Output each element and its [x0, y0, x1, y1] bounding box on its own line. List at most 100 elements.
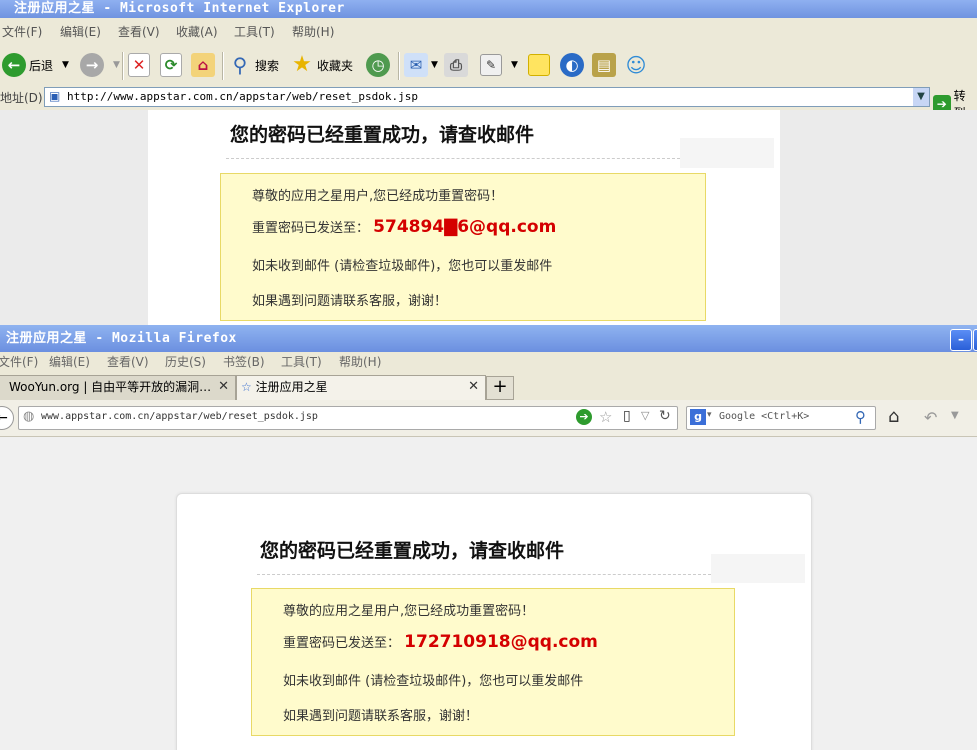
ie-url-text: http://www.appstar.com.cn/appstar/web/re…	[67, 90, 418, 103]
toolbar-separator	[398, 52, 400, 80]
ie-title-bar[interactable]: 注册应用之星 - Microsoft Internet Explorer	[0, 0, 977, 18]
star-icon: ★	[292, 52, 312, 77]
mail-icon: ✉	[404, 53, 428, 77]
ie-search-button[interactable]: ⚲ 搜索	[228, 50, 279, 80]
ie-menu-file[interactable]: 文件(F)	[2, 22, 42, 42]
ff-title-bar[interactable]: 注册应用之星 - Mozilla Firefox –	[0, 325, 977, 352]
toolbar-separator	[122, 52, 124, 80]
ie-window: 注册应用之星 - Microsoft Internet Explorer 文件(…	[0, 0, 977, 325]
ff-notice-box: 尊敬的应用之星用户,您已经成功重置密码！ 重置密码已发送至： 172710918…	[251, 588, 735, 736]
undo-icon[interactable]: ↶	[924, 408, 937, 427]
ie-menu-edit[interactable]: 编辑(E)	[60, 22, 101, 42]
close-icon[interactable]: ✕	[218, 376, 229, 398]
page-icon: ▣	[49, 89, 61, 103]
globe-icon: ◍	[23, 409, 35, 424]
contact-text: 如果遇到问题请联系客服，谢谢！	[252, 294, 448, 309]
ie-print-button[interactable]: ⎙	[444, 50, 468, 80]
ie-messenger-button[interactable]: ◐	[560, 50, 584, 80]
research-icon: ▤	[592, 53, 616, 77]
google-icon[interactable]: g	[690, 409, 706, 425]
go-arrow-icon[interactable]: ➔	[576, 409, 592, 425]
tab-wooyun[interactable]: WooYun.org | 自由平等开放的漏洞… ✕	[0, 375, 236, 400]
star-outline-icon[interactable]: ☆	[599, 408, 612, 426]
ff-menu-history[interactable]: 历史(S)	[165, 352, 206, 372]
ie-mail-button[interactable]: ✉ ▼	[404, 50, 438, 80]
new-tab-button[interactable]: +	[486, 376, 514, 400]
ie-edit-button[interactable]: ✎ ▼	[480, 50, 518, 80]
ie-back-button[interactable]: ← 后退 ▼	[2, 50, 69, 80]
ie-menu-view[interactable]: 查看(V)	[118, 22, 160, 42]
ie-page-content: 您的密码已经重置成功，请查收邮件 尊敬的应用之星用户,您已经成功重置密码！ 重置…	[0, 110, 977, 325]
ie-refresh-button[interactable]: ⟳	[160, 50, 182, 80]
edit-icon: ✎	[480, 54, 502, 76]
ie-favorites-label: 收藏夹	[317, 58, 354, 73]
ie-menu-help[interactable]: 帮助(H)	[292, 22, 334, 42]
ff-menu-bookmarks[interactable]: 书签(B)	[223, 352, 265, 372]
chevron-down-icon[interactable]: ▽	[641, 409, 649, 422]
page-margin-right	[780, 110, 977, 325]
forward-arrow-icon: →	[80, 53, 104, 77]
ff-menu-view[interactable]: 查看(V)	[107, 352, 149, 372]
greeting-text: 尊敬的应用之星用户,您已经成功重置密码！	[283, 604, 535, 619]
magnifier-icon: ⚲	[232, 53, 248, 77]
home-icon[interactable]: ⌂	[888, 406, 899, 427]
ie-forward-button[interactable]: → ▼	[80, 50, 120, 80]
ff-menu-file[interactable]: 文件(F)	[0, 352, 38, 372]
chevron-down-icon[interactable]: ▾	[707, 410, 712, 420]
placeholder-block	[680, 138, 774, 168]
ie-research-button[interactable]: ▤	[592, 50, 616, 80]
refresh-icon[interactable]: ↻	[659, 408, 671, 424]
ff-content-card: 您的密码已经重置成功，请查收邮件 尊敬的应用之星用户,您已经成功重置密码！ 重置…	[176, 493, 812, 750]
magnifier-icon[interactable]: ⚲	[855, 408, 866, 426]
globe-icon: ◐	[560, 53, 584, 77]
ff-url-input[interactable]: ◍ www.appstar.com.cn/appstar/web/reset_p…	[18, 406, 678, 430]
ie-history-button[interactable]: ◷	[366, 50, 390, 80]
minimize-button[interactable]: –	[950, 329, 972, 351]
ie-home-button[interactable]: ⌂	[191, 50, 215, 80]
tab-appstar[interactable]: ☆ 注册应用之星 ✕	[236, 375, 486, 400]
ie-menu-tools[interactable]: 工具(T)	[234, 22, 275, 42]
ff-window-title: 注册应用之星 - Mozilla Firefox	[6, 331, 237, 346]
chevron-down-icon[interactable]: ▼	[951, 410, 959, 421]
home-icon: ⌂	[191, 53, 215, 77]
greeting-text: 尊敬的应用之星用户,您已经成功重置密码！	[252, 189, 504, 204]
divider	[226, 158, 680, 159]
ff-url-text: www.appstar.com.cn/appstar/web/reset_psd…	[41, 411, 318, 422]
toolbar-separator	[222, 52, 224, 80]
search-placeholder: Google <Ctrl+K>	[719, 411, 810, 422]
resend-text[interactable]: 如未收到邮件 (请检查垃圾邮件)，您也可以重发邮件	[252, 255, 552, 274]
refresh-icon: ⟳	[160, 53, 182, 77]
chevron-down-icon[interactable]: ▼	[431, 60, 438, 70]
page-margin-left	[0, 110, 148, 325]
maximize-button[interactable]	[973, 329, 977, 351]
ff-search-input[interactable]: g ▾ Google <Ctrl+K> ⚲	[686, 406, 876, 430]
ie-window-title: 注册应用之星 - Microsoft Internet Explorer	[14, 1, 345, 16]
ff-menu-edit[interactable]: 编辑(E)	[49, 352, 90, 372]
ie-back-label: 后退	[29, 58, 54, 73]
ie-search-label: 搜索	[255, 58, 280, 73]
ff-menu-tools[interactable]: 工具(T)	[281, 352, 322, 372]
chevron-down-icon[interactable]: ▼	[113, 60, 120, 70]
ie-menu-favorites[interactable]: 收藏(A)	[176, 22, 218, 42]
ie-msn-button[interactable]: ☺	[624, 50, 648, 80]
ff-success-heading: 您的密码已经重置成功，请查收邮件	[260, 540, 565, 562]
resend-text[interactable]: 如未收到邮件 (请检查垃圾邮件)，您也可以重发邮件	[283, 670, 583, 689]
tab-label: 注册应用之星	[255, 380, 328, 394]
ie-stop-button[interactable]: ✕	[128, 50, 150, 80]
ie-address-dropdown[interactable]: ▼	[913, 88, 929, 106]
ie-success-heading: 您的密码已经重置成功，请查收邮件	[230, 124, 535, 146]
chevron-down-icon[interactable]: ▼	[62, 60, 69, 70]
ie-toolbar: ← 后退 ▼ → ▼ ✕ ⟳ ⌂ ⚲ 搜索 ★ 收藏夹 ◷ ✉ ▼ ⎙ ✎ ▼ …	[0, 46, 977, 84]
ie-address-input[interactable]: ▣ http://www.appstar.com.cn/appstar/web/…	[44, 87, 930, 107]
ff-nav-bar: ← ◍ www.appstar.com.cn/appstar/web/reset…	[0, 400, 977, 437]
ie-notes-button[interactable]	[528, 50, 550, 80]
sent-to-label: 重置密码已发送至：	[283, 636, 401, 651]
ie-favorites-button[interactable]: ★ 收藏夹	[290, 50, 353, 80]
phone-icon[interactable]: ▯	[623, 408, 631, 424]
back-arrow-icon[interactable]: ←	[0, 406, 14, 430]
sent-to-line: 重置密码已发送至： 172710918@qq.com	[283, 632, 598, 652]
stop-icon: ✕	[128, 53, 150, 77]
chevron-down-icon[interactable]: ▼	[511, 60, 518, 70]
ff-menu-help[interactable]: 帮助(H)	[339, 352, 381, 372]
close-icon[interactable]: ✕	[468, 376, 479, 398]
